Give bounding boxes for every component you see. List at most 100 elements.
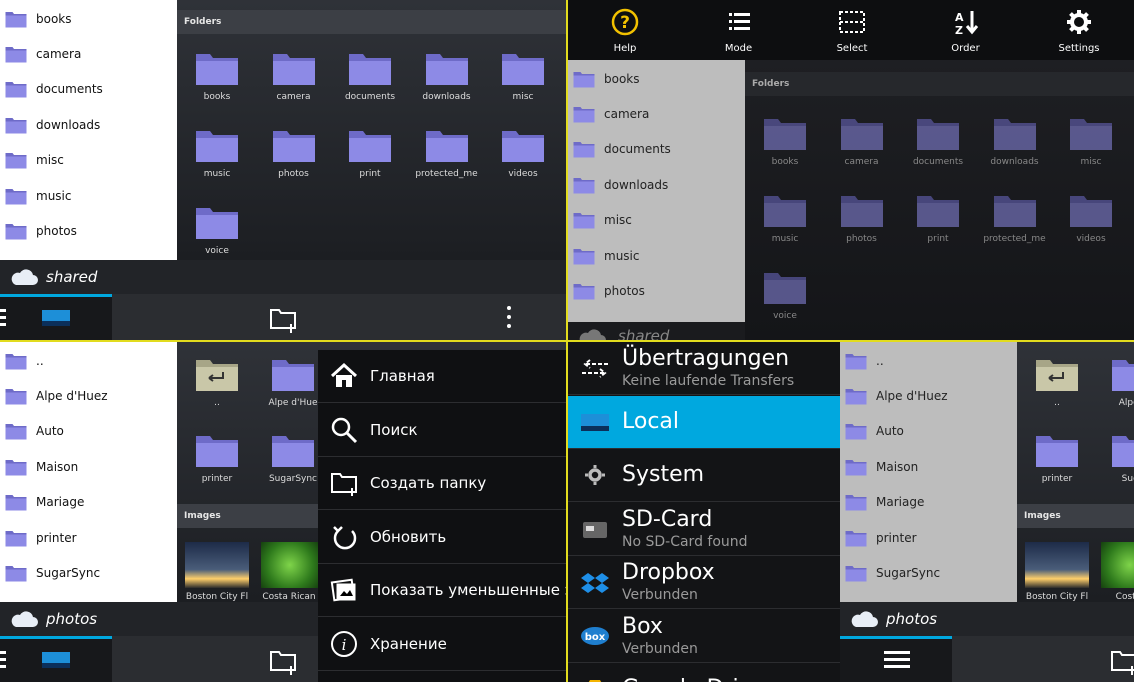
grid-item-label: downloads — [990, 157, 1039, 167]
list-item[interactable]: misc — [568, 203, 745, 238]
menu-icon[interactable] — [884, 649, 910, 671]
drawer-item-box[interactable]: box Box Verbunden — [568, 610, 840, 663]
list-item[interactable]: Maison — [0, 449, 177, 484]
list-item[interactable]: books — [568, 61, 745, 96]
location-bar[interactable]: photos — [840, 602, 1134, 636]
list-item[interactable]: Maison — [840, 449, 1017, 484]
toolbar-order-button[interactable]: A Z Order — [921, 8, 1011, 54]
storage-tab[interactable] — [840, 636, 952, 682]
list-item[interactable]: Auto — [0, 414, 177, 449]
list-item[interactable]: .. — [0, 343, 177, 378]
list-item[interactable]: documents — [0, 72, 177, 107]
list-item[interactable]: Alpe d'Huez — [0, 378, 177, 413]
grid-item[interactable]: .. — [179, 356, 255, 408]
list-item[interactable]: Mariage — [840, 485, 1017, 520]
list-item[interactable]: SugarSync — [0, 555, 177, 590]
menu-item[interactable]: Главная — [318, 350, 566, 403]
menu-item[interactable]: Обновить — [318, 511, 566, 564]
list-item[interactable]: printer — [840, 520, 1017, 555]
grid-item[interactable]: photos — [256, 127, 332, 179]
grid-item[interactable]: music — [179, 127, 255, 179]
grid-item[interactable]: Alpe d — [1095, 356, 1134, 408]
menu-item[interactable]: i Хранение — [318, 618, 566, 671]
image-thumbnail[interactable]: Costa R — [1095, 542, 1134, 602]
grid-item[interactable]: books — [747, 115, 823, 167]
list-item[interactable]: music — [568, 238, 745, 273]
menu-item[interactable]: Создать папку — [318, 457, 566, 510]
new-folder-icon[interactable] — [269, 648, 299, 676]
list-item[interactable]: photos — [568, 273, 745, 308]
list-item[interactable]: photos — [0, 213, 177, 248]
grid-item[interactable]: printer — [179, 432, 255, 484]
menu-icon[interactable] — [0, 649, 8, 671]
grid-item[interactable]: misc — [1053, 115, 1129, 167]
drawer-item-system[interactable]: System — [568, 449, 840, 502]
cloud-icon — [11, 269, 38, 285]
grid-item[interactable]: videos — [485, 127, 561, 179]
grid-item[interactable]: documents — [332, 50, 408, 102]
grid-item[interactable]: videos — [1053, 192, 1129, 244]
drawer-item-local[interactable]: Local — [568, 395, 840, 449]
list-item[interactable]: camera — [0, 36, 177, 71]
grid-item[interactable]: protected_me — [409, 127, 485, 179]
grid-item[interactable]: camera — [824, 115, 900, 167]
storage-tab[interactable] — [0, 636, 112, 682]
drawer-item-sd-card[interactable]: SD-Card No SD-Card found — [568, 503, 840, 556]
grid-item[interactable]: downloads — [977, 115, 1053, 167]
list-item[interactable]: music — [0, 178, 177, 213]
grid-item[interactable]: Suga — [1095, 432, 1134, 484]
location-bar[interactable]: shared — [568, 322, 745, 340]
drawer-item-dropbox[interactable]: Dropbox Verbunden — [568, 556, 840, 609]
folder-icon — [764, 196, 806, 227]
grid-item[interactable]: print — [332, 127, 408, 179]
grid-item[interactable]: print — [900, 192, 976, 244]
grid-item[interactable]: documents — [900, 115, 976, 167]
toolbar-select-button[interactable]: Select — [807, 8, 897, 54]
image-thumbnail[interactable]: Boston City Fl — [179, 542, 255, 602]
grid-item[interactable]: books — [179, 50, 255, 102]
grid-item-label: voice — [773, 311, 797, 321]
list-item[interactable]: Alpe d'Huez — [840, 378, 1017, 413]
grid-item[interactable]: photos — [824, 192, 900, 244]
new-folder-icon[interactable] — [1110, 648, 1134, 676]
new-folder-icon[interactable] — [269, 306, 299, 334]
toolbar-settings-button[interactable]: Settings — [1034, 8, 1124, 54]
section-header: Folders — [177, 10, 566, 34]
grid-item[interactable]: .. — [1019, 356, 1095, 408]
drawer-item--bertragungen[interactable]: Übertragungen Keine laufende Transfers — [568, 342, 840, 395]
list-item[interactable]: downloads — [568, 167, 745, 202]
local-storage-icon — [42, 652, 70, 668]
list-item[interactable]: Mariage — [0, 485, 177, 520]
drawer-item-google-drive[interactable]: Google Drive — [568, 663, 840, 682]
folder-icon — [5, 117, 27, 134]
grid-item[interactable]: misc — [485, 50, 561, 102]
menu-icon[interactable] — [0, 307, 8, 329]
image-preview — [185, 542, 249, 588]
overflow-menu-icon[interactable] — [506, 305, 512, 329]
location-bar[interactable]: shared — [0, 260, 566, 294]
list-item[interactable]: downloads — [0, 107, 177, 142]
toolbar-mode-button[interactable]: Mode — [694, 8, 784, 54]
grid-item[interactable]: voice — [179, 204, 255, 256]
list-item[interactable]: books — [0, 1, 177, 36]
menu-item[interactable]: Показать уменьшенные э — [318, 564, 566, 617]
grid-item[interactable]: camera — [256, 50, 332, 102]
list-item-label: SugarSync — [36, 565, 101, 580]
image-thumbnail[interactable]: Boston City Fl — [1019, 542, 1095, 602]
list-item[interactable]: printer — [0, 520, 177, 555]
grid-item[interactable]: printer — [1019, 432, 1095, 484]
list-item[interactable]: .. — [840, 343, 1017, 378]
grid-item[interactable]: protected_me — [977, 192, 1053, 244]
list-item[interactable]: Auto — [840, 414, 1017, 449]
list-item[interactable]: SugarSync — [840, 555, 1017, 590]
list-item[interactable]: camera — [568, 96, 745, 131]
folder-icon — [917, 196, 959, 227]
grid-item[interactable]: downloads — [409, 50, 485, 102]
list-item[interactable]: misc — [0, 143, 177, 178]
storage-tab[interactable] — [0, 294, 112, 340]
menu-item[interactable]: Поиск — [318, 404, 566, 457]
list-item[interactable]: documents — [568, 132, 745, 167]
toolbar-help-button[interactable]: ? Help — [580, 8, 670, 54]
grid-item[interactable]: music — [747, 192, 823, 244]
grid-item[interactable]: voice — [747, 269, 823, 321]
